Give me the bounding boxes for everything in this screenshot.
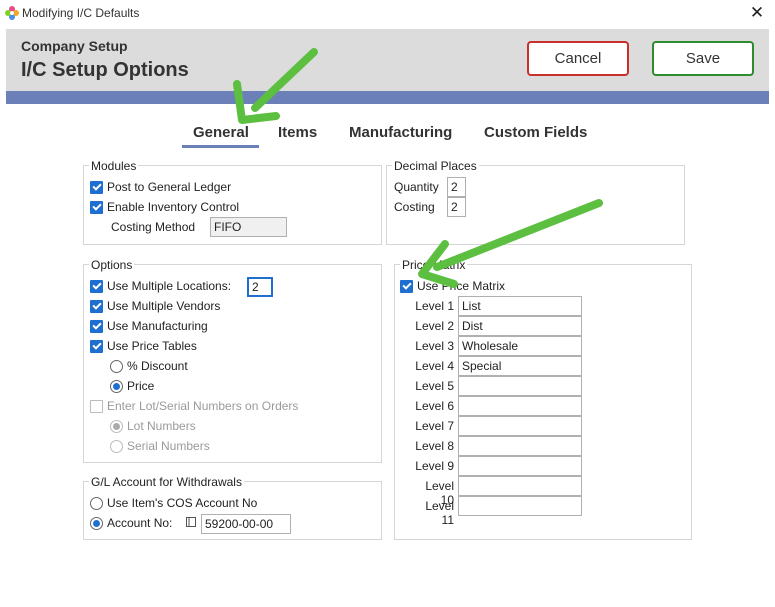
window-title: Modifying I/C Defaults [22, 6, 140, 20]
multi-locations-checkbox[interactable]: Use Multiple Locations: [90, 277, 231, 295]
account-no-field[interactable]: 59200-00-00 [201, 514, 291, 534]
level-label: Level 2 [415, 319, 454, 333]
options-group-title: Options [89, 258, 135, 272]
tab-custom-fields[interactable]: Custom Fields [484, 124, 587, 141]
costing-decimals-field[interactable]: 2 [447, 197, 466, 217]
checkbox-checked-icon [90, 339, 103, 353]
level-label: Level 9 [415, 459, 454, 473]
checkbox-checked-icon [90, 200, 103, 214]
level-field[interactable] [458, 496, 582, 516]
level-label: Level 11 [425, 499, 454, 527]
costing-method-label: Costing Method [111, 220, 196, 234]
checkbox-checked-icon [90, 180, 103, 194]
level-label: Level 6 [415, 399, 454, 413]
costing-method-field[interactable]: FIFO [210, 217, 287, 237]
close-icon[interactable]: ✕ [746, 2, 768, 24]
title-bar: Modifying I/C Defaults ✕ [0, 0, 775, 28]
checkbox-checked-icon [90, 299, 103, 313]
level-label: Level 5 [415, 379, 454, 393]
checkbox-checked-icon [90, 319, 103, 333]
page-subtitle: Company Setup [21, 38, 128, 54]
checkbox-icon [90, 399, 103, 413]
gl-account-group-title: G/L Account for Withdrawals [89, 475, 244, 489]
active-tab-indicator [182, 145, 259, 148]
level-field[interactable] [458, 456, 582, 476]
level-label: Level 3 [415, 339, 454, 353]
lookup-book-icon[interactable] [185, 516, 197, 528]
radio-icon [110, 359, 123, 373]
price-radio[interactable]: Price [110, 377, 154, 395]
tab-manufacturing[interactable]: Manufacturing [349, 124, 452, 141]
radio-selected-icon [110, 419, 123, 433]
price-matrix-group-title: Price Matrix [400, 258, 468, 272]
costing-label: Costing [394, 200, 435, 214]
use-price-matrix-checkbox[interactable]: Use Price Matrix [400, 277, 505, 295]
level-field[interactable]: Dist [458, 316, 582, 336]
cancel-button[interactable]: Cancel [527, 41, 629, 76]
lot-serial-checkbox[interactable]: Enter Lot/Serial Numbers on Orders [90, 397, 298, 415]
level-field[interactable] [458, 396, 582, 416]
radio-icon [110, 439, 123, 453]
decimal-places-group-title: Decimal Places [392, 159, 479, 173]
pct-discount-radio[interactable]: % Discount [110, 357, 188, 375]
page-title: I/C Setup Options [21, 59, 189, 81]
level-field[interactable] [458, 436, 582, 456]
level-field[interactable]: Wholesale [458, 336, 582, 356]
level-field[interactable] [458, 476, 582, 496]
use-cos-radio[interactable]: Use Item's COS Account No [90, 494, 257, 512]
multi-locations-count-field[interactable]: 2 [247, 277, 273, 297]
price-tables-checkbox[interactable]: Use Price Tables [90, 337, 197, 355]
account-no-radio[interactable]: Account No: [90, 514, 172, 532]
modules-group-title: Modules [89, 159, 139, 173]
serial-numbers-radio[interactable]: Serial Numbers [110, 437, 210, 455]
level-label: Level 4 [415, 359, 454, 373]
tab-general[interactable]: General [193, 124, 249, 141]
level-field[interactable]: List [458, 296, 582, 316]
radio-selected-icon [110, 379, 123, 393]
quantity-decimals-field[interactable]: 2 [447, 177, 466, 197]
multi-vendors-checkbox[interactable]: Use Multiple Vendors [90, 297, 220, 315]
save-button[interactable]: Save [652, 41, 754, 76]
tab-items[interactable]: Items [278, 124, 317, 141]
checkbox-checked-icon [400, 279, 413, 293]
page-header: Company Setup I/C Setup Options Cancel S… [6, 29, 769, 104]
manufacturing-checkbox[interactable]: Use Manufacturing [90, 317, 208, 335]
app-flower-icon [5, 6, 19, 20]
enable-inventory-checkbox[interactable]: Enable Inventory Control [90, 198, 239, 216]
quantity-label: Quantity [394, 180, 439, 194]
level-field[interactable] [458, 416, 582, 436]
post-gl-checkbox[interactable]: Post to General Ledger [90, 178, 231, 196]
radio-selected-icon [90, 516, 103, 530]
checkbox-checked-icon [90, 279, 103, 293]
radio-icon [90, 496, 103, 510]
level-label: Level 7 [415, 419, 454, 433]
level-label: Level 1 [415, 299, 454, 313]
level-field[interactable] [458, 376, 582, 396]
level-label: Level 8 [415, 439, 454, 453]
level-field[interactable]: Special [458, 356, 582, 376]
lot-numbers-radio[interactable]: Lot Numbers [110, 417, 196, 435]
